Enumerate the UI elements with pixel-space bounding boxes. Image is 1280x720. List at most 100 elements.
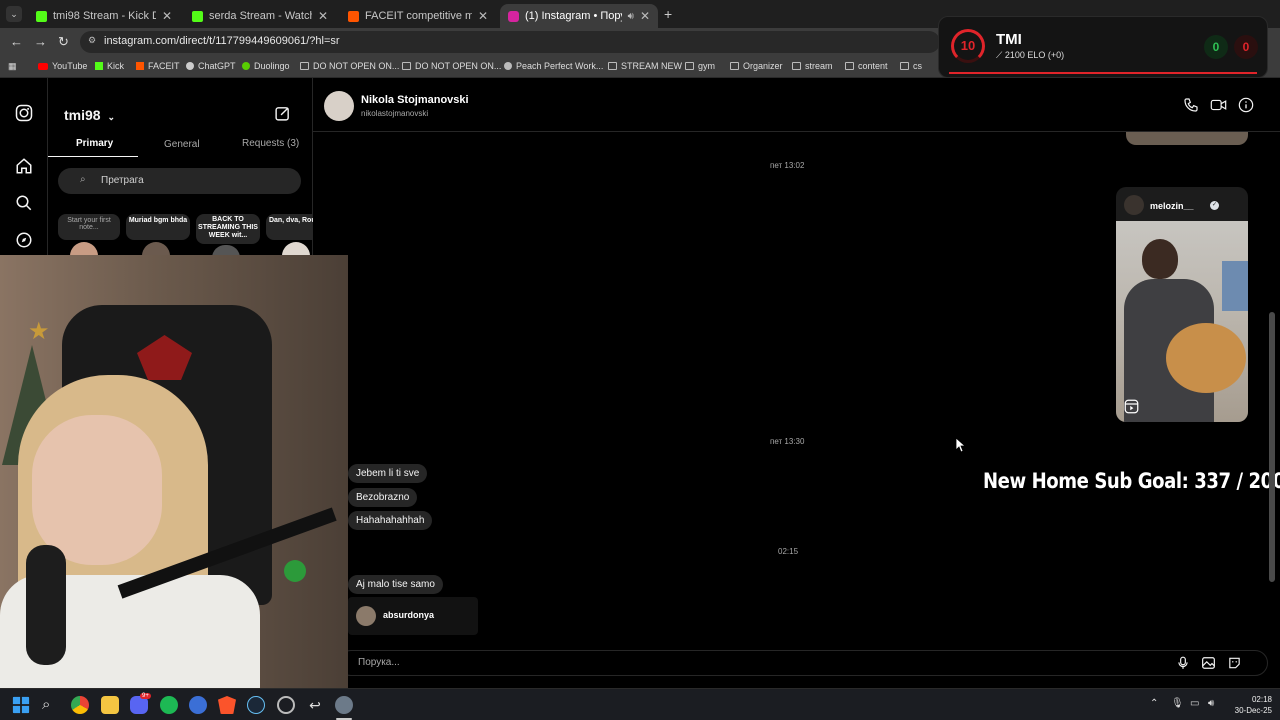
windows-start-icon[interactable]	[12, 696, 30, 714]
bookmark-folder[interactable]: DO NOT OPEN ON...	[300, 61, 399, 71]
address-bar[interactable]: ⚙︎ instagram.com/direct/t/11779944960906…	[80, 31, 940, 53]
close-icon[interactable]: ✕	[162, 9, 172, 23]
tab-serda-stream[interactable]: serda Stream - Watch Live on K ✕	[184, 4, 336, 28]
reel-thumbnail	[1116, 221, 1248, 422]
tab-primary[interactable]: Primary	[76, 138, 113, 149]
app-icon[interactable]: ↩	[306, 696, 324, 714]
verified-badge-icon: ✓	[1210, 201, 1219, 210]
search-icon[interactable]	[15, 194, 33, 212]
active-tab-indicator	[48, 156, 138, 157]
microphone-icon[interactable]	[1176, 656, 1190, 670]
clock[interactable]: 02:18 30-Dec-25	[1228, 694, 1272, 716]
chrome-icon[interactable]	[71, 696, 89, 714]
site-info-icon[interactable]: ⚙︎	[88, 35, 96, 46]
app-icon[interactable]	[189, 696, 207, 714]
note-bubble: Muriad bgm bhda	[126, 214, 190, 240]
star-decoration-image: ★	[28, 318, 50, 345]
account-switcher[interactable]: tmi98 ⌄	[64, 107, 115, 123]
network-icon[interactable]: ▭	[1190, 698, 1199, 709]
note-item-own[interactable]: Start your first note...	[58, 214, 120, 258]
steam-icon[interactable]	[247, 696, 265, 714]
bookmark-folder[interactable]: gym	[685, 61, 715, 71]
bookmark-folder[interactable]: Organizer	[730, 61, 783, 71]
bookmark-folder[interactable]: cs	[900, 61, 922, 71]
instagram-logo-icon[interactable]	[15, 104, 33, 122]
mute-tab-icon[interactable]: 🔊︎	[628, 11, 634, 22]
avatar[interactable]	[324, 91, 354, 121]
duolingo-icon	[242, 62, 250, 70]
close-icon[interactable]: ✕	[640, 9, 650, 23]
sticker-icon[interactable]	[1227, 656, 1242, 670]
tab-faceit-match[interactable]: FACEIT competitive match - FA ✕	[340, 4, 496, 28]
home-icon[interactable]	[15, 157, 33, 175]
new-tab-button[interactable]: +	[664, 6, 672, 22]
message-composer[interactable]: Порука...	[338, 650, 1268, 676]
message-bubble[interactable]: Aj malo tise samo	[348, 575, 443, 594]
timestamp: 02:15	[778, 547, 799, 556]
bookmark-label: DO NOT OPEN ON...	[313, 61, 400, 71]
shared-profile-card[interactable]: absurdonya	[348, 597, 478, 635]
folder-icon	[402, 62, 411, 70]
file-explorer-icon[interactable]	[101, 696, 119, 714]
close-icon[interactable]: ✕	[478, 9, 488, 23]
search-icon[interactable]: ⌕	[42, 696, 60, 714]
reload-icon[interactable]: ↻	[58, 34, 69, 50]
scrollbar[interactable]	[1266, 132, 1278, 632]
bookmark-folder[interactable]: stream	[792, 61, 833, 71]
tab-title: serda Stream - Watch Live on K	[209, 10, 312, 22]
settings-icon[interactable]	[335, 696, 353, 714]
note-item[interactable]: BACK TO STREAMING THIS WEEK wit...	[196, 214, 260, 258]
obs-icon[interactable]	[277, 696, 295, 714]
folder-icon	[730, 62, 739, 70]
image-icon[interactable]	[1201, 656, 1216, 670]
tab-general[interactable]: General	[164, 139, 200, 150]
video-call-icon[interactable]	[1210, 97, 1227, 113]
tab-kick-dashboard[interactable]: tmi98 Stream - Kick Dashbo ✕	[28, 4, 180, 28]
note-bubble: BACK TO STREAMING THIS WEEK wit...	[196, 214, 260, 244]
note-item[interactable]: Muriad bgm bhda	[126, 214, 190, 258]
bookmark-folder[interactable]: STREAM NEW	[608, 61, 682, 71]
explore-icon[interactable]	[15, 231, 33, 249]
phone-icon[interactable]	[1183, 97, 1199, 113]
bookmark-label: Organizer	[743, 61, 783, 71]
search-input[interactable]: ⌕ Претрага	[58, 168, 301, 194]
bookmark-duolingo[interactable]: Duolingo	[242, 61, 290, 71]
chevron-up-icon[interactable]: ⌃	[1150, 698, 1158, 709]
message-bubble[interactable]: Hahahahahhah	[348, 511, 433, 530]
folder-icon	[608, 62, 617, 70]
contact-name[interactable]: Nikola Stojmanovski	[361, 94, 469, 106]
bookmark-youtube[interactable]: YouTube	[38, 61, 87, 71]
microphone-icon[interactable]: 🎙︎	[1171, 698, 1184, 709]
shared-reel-card[interactable]: melozin__ ✓	[1116, 187, 1248, 422]
streamer-face-image	[32, 415, 162, 565]
bookmark-folder[interactable]: content	[845, 61, 888, 71]
person-head-image	[1142, 239, 1178, 279]
note-item[interactable]: Dan, dva, Rouzi	[266, 214, 313, 258]
tab-instagram[interactable]: (1) Instagram • Поруке 🔊︎ ✕	[500, 4, 658, 28]
message-placeholder: Порука...	[358, 657, 400, 668]
shared-account-name: absurdonya	[383, 610, 435, 620]
message-bubble[interactable]: Jebem li ti sve	[348, 464, 428, 483]
spotify-icon[interactable]	[160, 696, 178, 714]
bookmark-peach[interactable]: Peach Perfect Work...	[504, 61, 603, 71]
bookmark-chatgpt[interactable]: ChatGPT	[186, 61, 236, 71]
apps-icon[interactable]: ▦	[8, 61, 17, 72]
new-message-icon[interactable]	[274, 105, 291, 122]
scrollbar-thumb[interactable]	[1269, 312, 1275, 582]
close-icon[interactable]: ✕	[318, 9, 328, 23]
brave-icon[interactable]	[218, 696, 236, 714]
previous-reel-thumbnail[interactable]	[1126, 132, 1248, 145]
volume-icon[interactable]: 🔊︎	[1208, 698, 1214, 709]
tab-requests[interactable]: Requests (3)	[242, 138, 299, 149]
back-icon[interactable]: ←	[10, 34, 23, 49]
tab-search-button[interactable]: ⌄	[6, 6, 22, 22]
bookmark-label: gym	[698, 61, 716, 71]
forward-icon[interactable]: →	[34, 34, 47, 49]
bookmark-kick[interactable]: Kick	[95, 61, 124, 71]
bookmark-faceit[interactable]: FACEIT	[136, 61, 180, 71]
tab-title: FACEIT competitive match - FA	[365, 10, 472, 22]
message-bubble[interactable]: Bezobrazno	[348, 488, 418, 507]
bookmark-folder[interactable]: DO NOT OPEN ON...	[402, 61, 501, 71]
info-icon[interactable]	[1238, 97, 1254, 113]
faceit-overlay: 10 TMI ⟋ 2100 ELO (+0) 0 0	[938, 16, 1268, 78]
